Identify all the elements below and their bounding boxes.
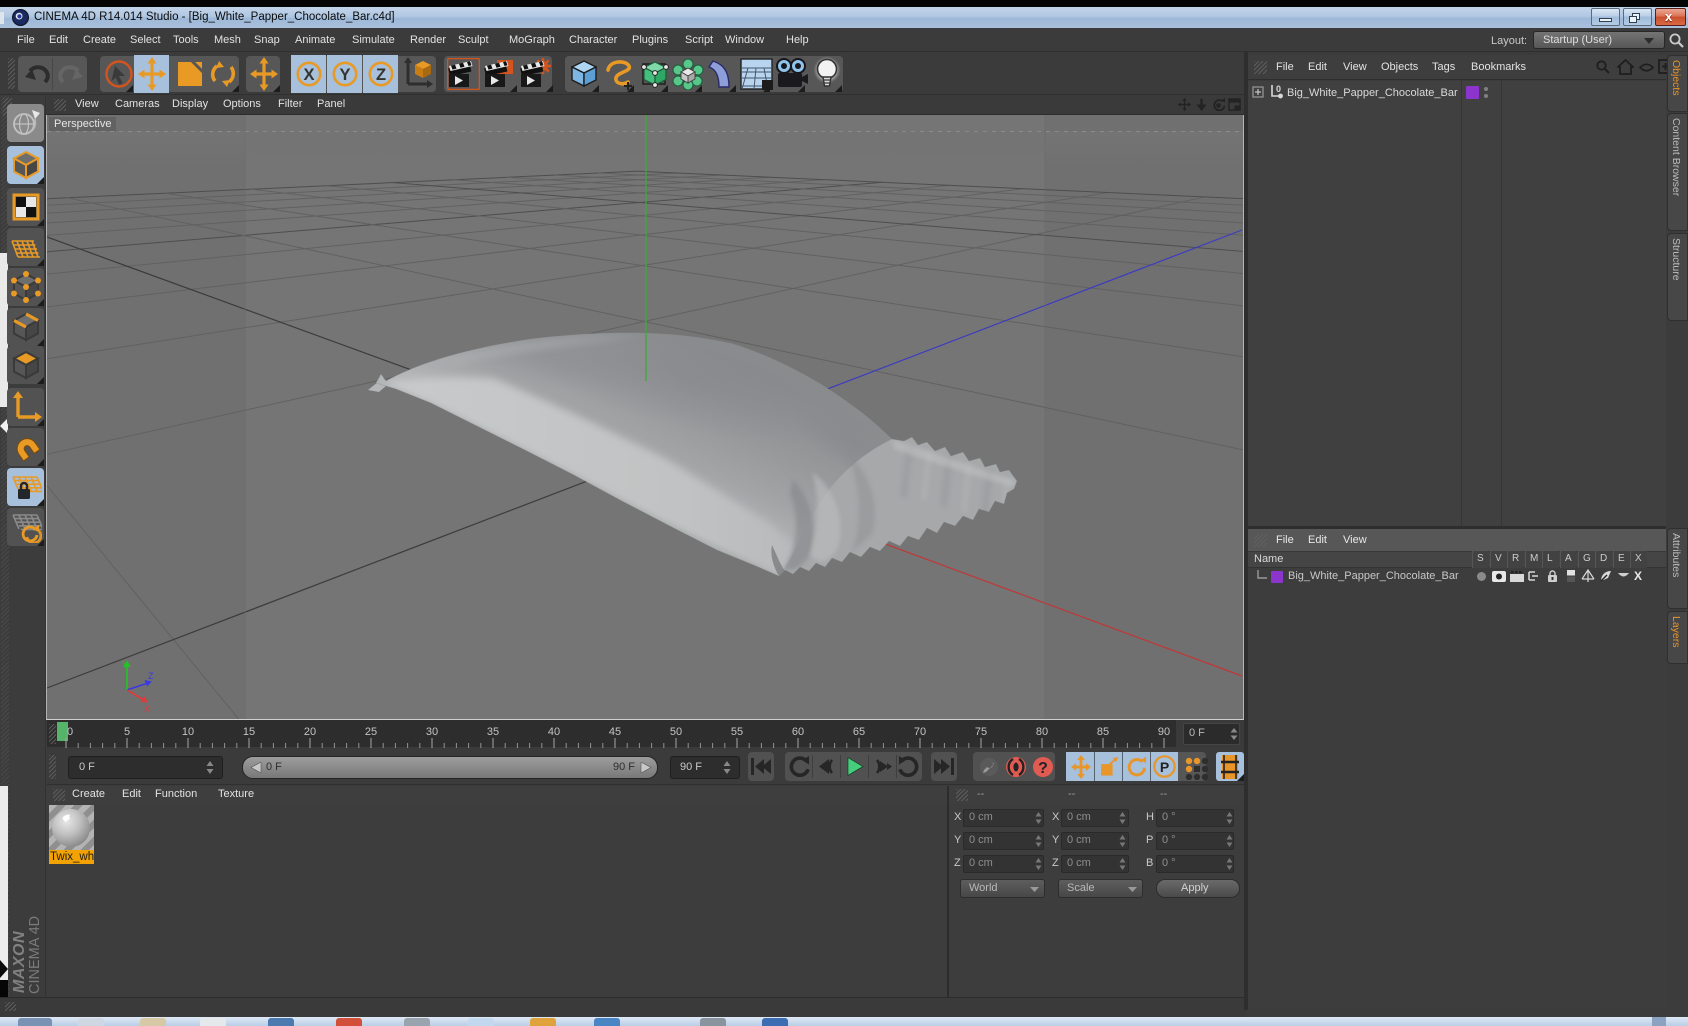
- svg-text:X: X: [144, 704, 150, 714]
- svg-text:0: 0: [1276, 84, 1281, 94]
- svg-text:60: 60: [792, 726, 804, 738]
- svg-text:?: ?: [1038, 760, 1048, 777]
- svg-text:30: 30: [426, 726, 438, 738]
- svg-text:90: 90: [1158, 726, 1170, 738]
- svg-text:35: 35: [487, 726, 499, 738]
- svg-text:X: X: [303, 66, 314, 84]
- svg-text:80: 80: [1036, 726, 1048, 738]
- svg-text:20: 20: [304, 726, 316, 738]
- svg-text:85: 85: [1097, 726, 1109, 738]
- svg-text:25: 25: [365, 726, 377, 738]
- svg-text:5: 5: [124, 726, 130, 738]
- svg-text:40: 40: [548, 726, 560, 738]
- svg-text:55: 55: [731, 726, 743, 738]
- svg-text:Z: Z: [376, 66, 386, 84]
- svg-text:70: 70: [914, 726, 926, 738]
- svg-text:Z: Z: [148, 671, 154, 681]
- svg-text:10: 10: [182, 726, 194, 738]
- svg-text:P: P: [1160, 759, 1169, 775]
- svg-text:15: 15: [243, 726, 255, 738]
- svg-text:65: 65: [853, 726, 865, 738]
- svg-text:50: 50: [670, 726, 682, 738]
- svg-text:Y: Y: [122, 660, 128, 670]
- svg-text:45: 45: [609, 726, 621, 738]
- svg-text:0: 0: [67, 726, 73, 738]
- svg-text:Y: Y: [339, 66, 350, 84]
- svg-text:75: 75: [975, 726, 987, 738]
